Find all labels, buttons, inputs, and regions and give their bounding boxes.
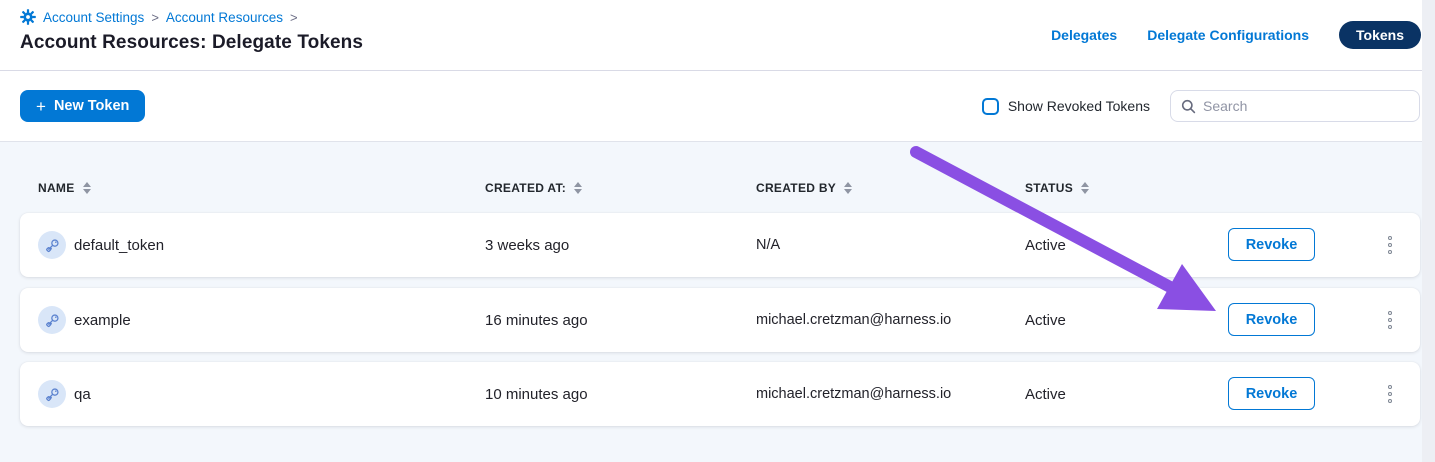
breadcrumb-separator: > bbox=[151, 10, 159, 25]
sort-icon bbox=[83, 182, 91, 194]
token-status: Active bbox=[1025, 362, 1066, 426]
key-icon bbox=[38, 231, 66, 259]
row-menu-kebab-icon[interactable] bbox=[1378, 379, 1402, 409]
column-label: CREATED AT: bbox=[485, 181, 566, 195]
table-row-example[interactable]: example 16 minutes ago michael.cretzman@… bbox=[20, 288, 1420, 352]
header-tab-nav: Delegates Delegate Configurations Tokens bbox=[1051, 21, 1421, 49]
breadcrumb-link-account-resources[interactable]: Account Resources bbox=[166, 10, 283, 25]
revoke-button[interactable]: Revoke bbox=[1228, 228, 1315, 261]
page-title: Account Resources: Delegate Tokens bbox=[20, 32, 363, 54]
token-status: Active bbox=[1025, 288, 1066, 352]
column-header-created-by[interactable]: CREATED BY bbox=[756, 181, 852, 195]
column-label: NAME bbox=[38, 181, 75, 195]
tab-delegate-configurations[interactable]: Delegate Configurations bbox=[1147, 27, 1309, 43]
column-header-name[interactable]: NAME bbox=[38, 181, 91, 195]
search-input[interactable] bbox=[1203, 98, 1409, 114]
toolbar: + New Token Show Revoked Tokens bbox=[0, 72, 1435, 142]
sort-icon bbox=[1081, 182, 1089, 194]
revoke-button[interactable]: Revoke bbox=[1228, 303, 1315, 336]
key-icon bbox=[38, 306, 66, 334]
key-icon bbox=[38, 380, 66, 408]
table-row-qa[interactable]: qa 10 minutes ago michael.cretzman@harne… bbox=[20, 362, 1420, 426]
breadcrumb-separator: > bbox=[290, 10, 298, 25]
row-menu-kebab-icon[interactable] bbox=[1378, 230, 1402, 260]
token-status: Active bbox=[1025, 213, 1066, 277]
tokens-table: NAME CREATED AT: CREATED BY STATUS bbox=[0, 142, 1435, 462]
search-icon bbox=[1181, 99, 1196, 114]
new-token-label: New Token bbox=[54, 98, 129, 114]
token-created-at: 3 weeks ago bbox=[485, 213, 569, 277]
page-header: Account Settings > Account Resources > A… bbox=[0, 0, 1435, 71]
show-revoked-checkbox[interactable] bbox=[982, 98, 999, 115]
breadcrumb-link-account-settings[interactable]: Account Settings bbox=[43, 10, 144, 25]
revoke-button[interactable]: Revoke bbox=[1228, 377, 1315, 410]
column-header-created-at[interactable]: CREATED AT: bbox=[485, 181, 582, 195]
gear-icon bbox=[20, 9, 36, 25]
table-row-default-token[interactable]: default_token 3 weeks ago N/A Active Rev… bbox=[20, 213, 1420, 277]
token-created-by: michael.cretzman@harness.io bbox=[756, 362, 951, 426]
new-token-button[interactable]: + New Token bbox=[20, 90, 145, 122]
tab-delegates[interactable]: Delegates bbox=[1051, 27, 1117, 43]
sort-icon bbox=[844, 182, 852, 194]
token-created-by: N/A bbox=[756, 213, 780, 277]
column-label: STATUS bbox=[1025, 181, 1073, 195]
token-name: qa bbox=[74, 362, 91, 426]
delegate-tokens-page: Account Settings > Account Resources > A… bbox=[0, 0, 1435, 462]
show-revoked-label: Show Revoked Tokens bbox=[1008, 98, 1150, 114]
sort-icon bbox=[574, 182, 582, 194]
token-created-by: michael.cretzman@harness.io bbox=[756, 288, 951, 352]
search-box bbox=[1170, 90, 1420, 122]
token-created-at: 10 minutes ago bbox=[485, 362, 588, 426]
tab-tokens-active[interactable]: Tokens bbox=[1339, 21, 1421, 49]
column-label: CREATED BY bbox=[756, 181, 836, 195]
scrollbar-track[interactable] bbox=[1422, 0, 1435, 462]
breadcrumb: Account Settings > Account Resources > bbox=[20, 9, 298, 25]
plus-icon: + bbox=[36, 98, 46, 115]
token-name: default_token bbox=[74, 213, 164, 277]
column-header-status[interactable]: STATUS bbox=[1025, 181, 1089, 195]
toolbar-right-group: Show Revoked Tokens bbox=[982, 90, 1420, 122]
token-created-at: 16 minutes ago bbox=[485, 288, 588, 352]
row-menu-kebab-icon[interactable] bbox=[1378, 305, 1402, 335]
token-name: example bbox=[74, 288, 131, 352]
